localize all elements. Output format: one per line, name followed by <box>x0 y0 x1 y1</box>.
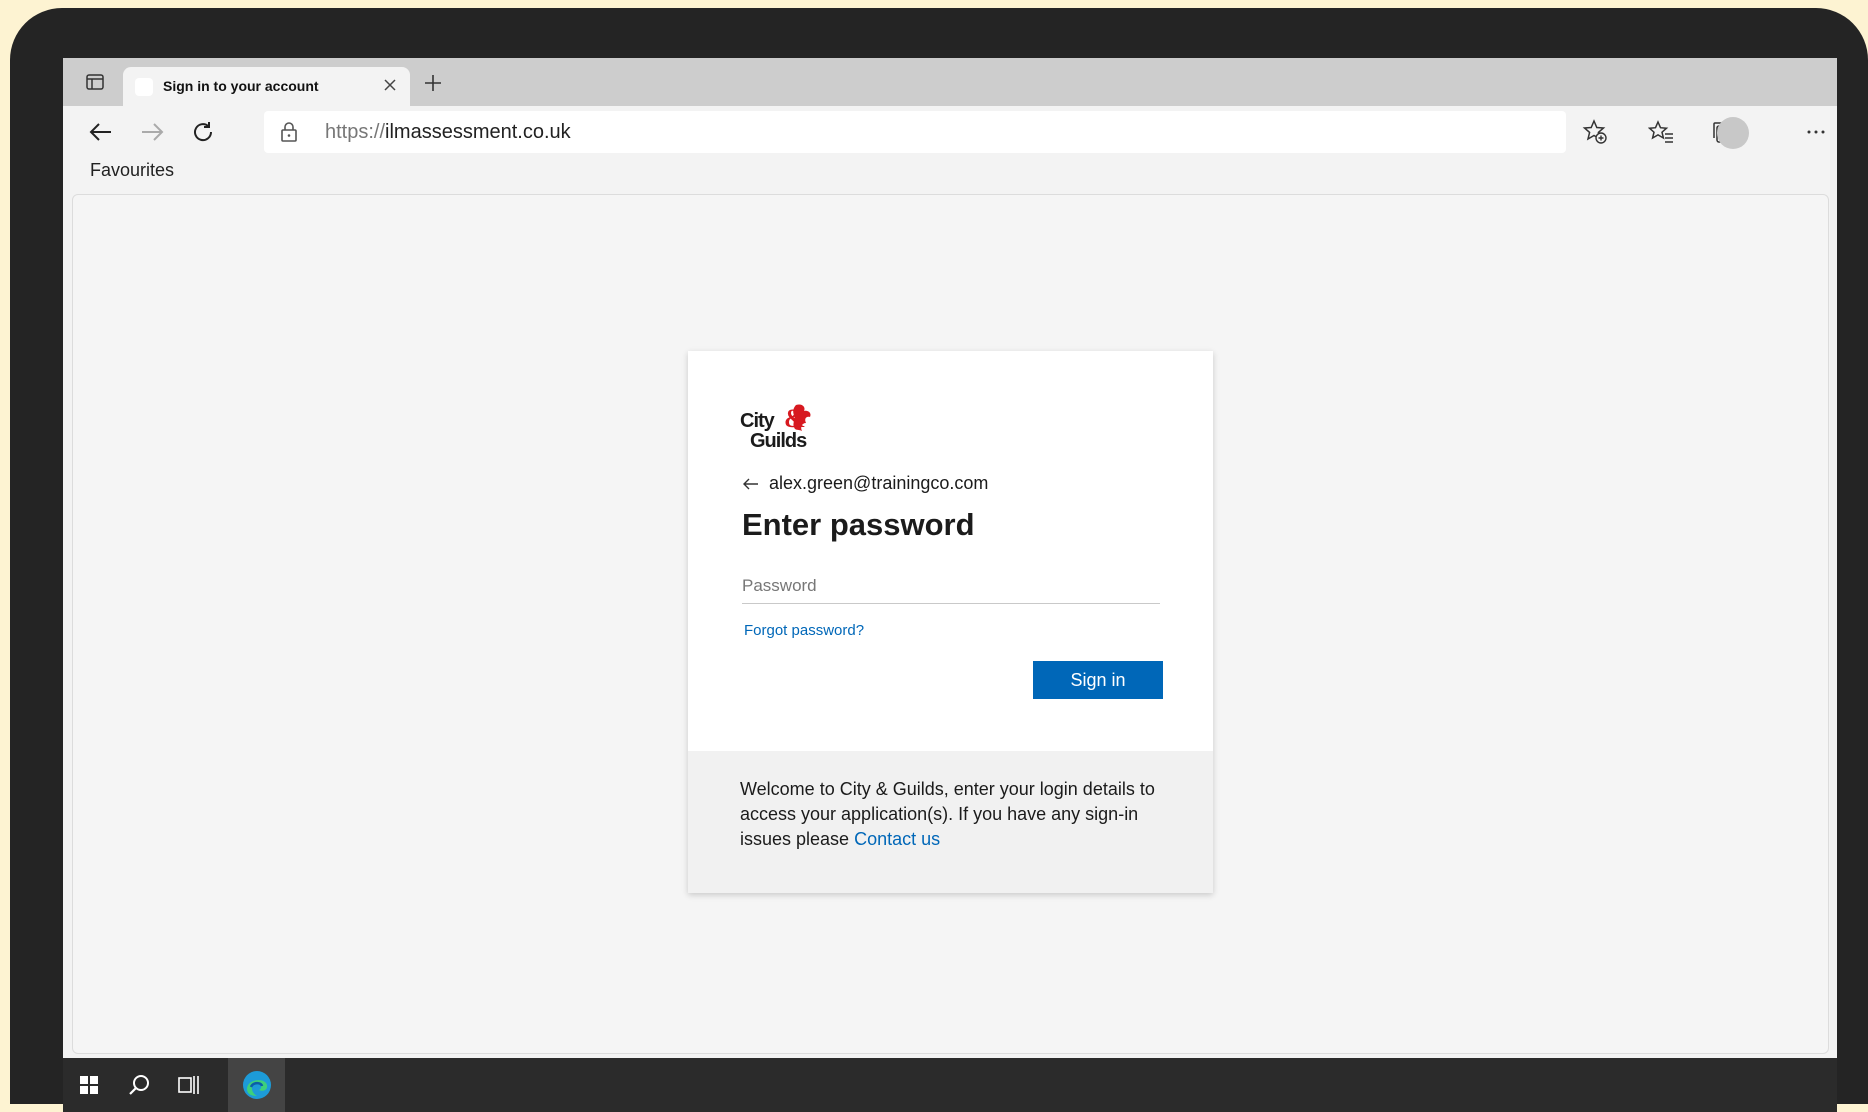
welcome-banner: Welcome to City & Guilds, enter your log… <box>688 751 1213 893</box>
page-content: City & Guilds alex.green@trainingco.com … <box>72 194 1829 1054</box>
favourites-label[interactable]: Favourites <box>90 160 174 181</box>
favicon-icon <box>135 78 153 96</box>
plus-icon[interactable] <box>415 67 451 99</box>
svg-text:Guilds: Guilds <box>750 430 807 451</box>
account-email: alex.green@trainingco.com <box>769 473 989 493</box>
tab-title: Sign in to your account <box>163 78 319 94</box>
sign-in-button[interactable]: Sign in <box>1033 661 1163 699</box>
favourites-icon[interactable] <box>1641 112 1681 152</box>
identity-row[interactable]: alex.green@trainingco.com <box>743 473 988 494</box>
forgot-password-link[interactable]: Forgot password? <box>744 622 864 639</box>
page-title: Enter password <box>742 507 975 542</box>
password-field[interactable] <box>742 569 1160 604</box>
refresh-icon[interactable] <box>183 112 223 152</box>
screen: Sign in to your account https://ilmasses… <box>63 58 1837 1112</box>
browser-toolbar: https://ilmassessment.co.uk <box>63 106 1837 158</box>
back-arrow-icon[interactable] <box>81 112 121 152</box>
contact-us-link[interactable]: Contact us <box>854 829 940 849</box>
address-bar[interactable]: https://ilmassessment.co.uk <box>264 111 1566 153</box>
city-guilds-logo: City & Guilds <box>740 404 811 451</box>
tab-active[interactable]: Sign in to your account <box>123 67 410 106</box>
tab-actions-icon[interactable] <box>73 66 117 98</box>
tab-strip: Sign in to your account <box>63 58 1837 106</box>
forward-arrow-icon[interactable] <box>132 112 172 152</box>
back-arrow-icon[interactable] <box>743 478 759 490</box>
signin-card: City & Guilds alex.green@trainingco.com … <box>688 351 1213 893</box>
welcome-text: Welcome to City & Guilds, enter your log… <box>740 779 1155 849</box>
url-text[interactable]: https://ilmassessment.co.uk <box>325 121 571 144</box>
lock-icon[interactable] <box>280 121 298 148</box>
avatar[interactable] <box>1717 117 1749 149</box>
close-icon[interactable] <box>378 73 402 97</box>
more-icon[interactable] <box>1796 112 1836 152</box>
add-favourite-icon[interactable] <box>1575 112 1615 152</box>
favourites-bar: Favourites <box>63 158 1837 194</box>
svg-text:City: City <box>740 410 776 432</box>
signin-form: City & Guilds alex.green@trainingco.com … <box>688 351 1213 751</box>
laptop-bezel: Sign in to your account https://ilmasses… <box>10 8 1868 1112</box>
